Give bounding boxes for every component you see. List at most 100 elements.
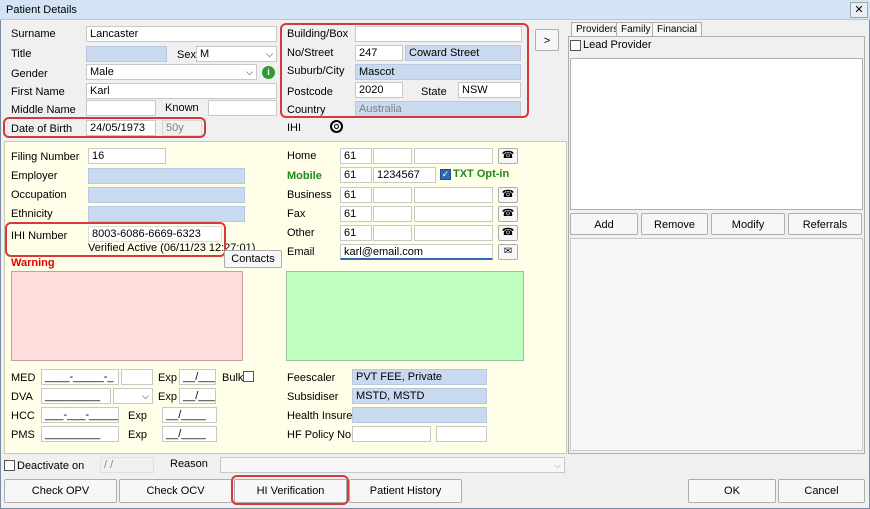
- home-area-input[interactable]: [373, 148, 412, 164]
- filing-number-input[interactable]: 16: [88, 148, 166, 164]
- known-input[interactable]: [208, 100, 277, 116]
- txt-optin-checkbox[interactable]: ✓: [440, 169, 451, 180]
- first-name-input[interactable]: Karl: [86, 83, 277, 99]
- middle-name-input[interactable]: [86, 100, 156, 116]
- exp-label: Exp: [128, 410, 147, 422]
- dva-input[interactable]: _________: [41, 388, 111, 404]
- feescaler-input[interactable]: PVT FEE, Private: [352, 369, 487, 385]
- occupation-input[interactable]: [88, 187, 245, 203]
- hcc-exp-input[interactable]: __/____: [162, 407, 217, 423]
- subsidiser-input[interactable]: MSTD, MSTD: [352, 388, 487, 404]
- fax-area-input[interactable]: [373, 206, 412, 222]
- gender-label: Gender: [11, 68, 48, 80]
- patient-history-button[interactable]: Patient History: [349, 479, 462, 503]
- check-ocv-button[interactable]: Check OCV: [119, 479, 232, 503]
- ok-button[interactable]: OK: [688, 479, 776, 503]
- deactivate-label: Deactivate on: [17, 460, 85, 472]
- notes-textarea[interactable]: [286, 271, 524, 361]
- exp-label: Exp: [158, 391, 177, 403]
- sex-select[interactable]: M ⌵: [196, 46, 277, 62]
- phone-icon[interactable]: ☎: [498, 225, 518, 241]
- dva-exp-input[interactable]: __/____: [179, 388, 216, 404]
- ihi-status-icon[interactable]: [330, 120, 343, 133]
- check-opv-button[interactable]: Check OPV: [4, 479, 117, 503]
- employer-label: Employer: [11, 170, 58, 182]
- business-code-input[interactable]: 61: [340, 187, 372, 203]
- employer-input[interactable]: [88, 168, 245, 184]
- txt-optin-label: TXT Opt-in: [453, 168, 510, 180]
- deactivate-checkbox[interactable]: [4, 460, 15, 471]
- lead-provider-checkbox[interactable]: [570, 40, 581, 51]
- hf-policy-input[interactable]: [352, 426, 431, 442]
- email-label: Email: [287, 246, 315, 258]
- window-title: Patient Details: [6, 4, 77, 16]
- other-code-input[interactable]: 61: [340, 225, 372, 241]
- gender-select[interactable]: Male ⌵: [86, 64, 257, 80]
- remove-button[interactable]: Remove: [641, 213, 708, 235]
- referrals-list[interactable]: [570, 238, 863, 451]
- health-insurer-input[interactable]: [352, 407, 487, 423]
- medicare-irn-input[interactable]: [121, 369, 153, 385]
- tab-family[interactable]: Family: [616, 22, 656, 37]
- hf-policy-extra-input[interactable]: [436, 426, 487, 442]
- title-input[interactable]: [86, 46, 167, 62]
- surname-input[interactable]: Lancaster: [86, 26, 277, 42]
- referrals-button[interactable]: Referrals: [788, 213, 862, 235]
- dob-highlight: [3, 117, 206, 138]
- add-button[interactable]: Add: [570, 213, 638, 235]
- mobile-number-input[interactable]: 1234567: [373, 167, 436, 183]
- business-number-input[interactable]: [414, 187, 493, 203]
- business-area-input[interactable]: [373, 187, 412, 203]
- info-icon[interactable]: i: [262, 66, 275, 79]
- email-input[interactable]: karl@email.com: [340, 244, 493, 260]
- providers-list[interactable]: [570, 58, 863, 210]
- first-name-label: First Name: [11, 86, 65, 98]
- fax-icon[interactable]: ☎: [498, 206, 518, 222]
- reason-select[interactable]: ⌵: [220, 457, 565, 473]
- sex-value: M: [200, 48, 210, 60]
- home-code-input[interactable]: 61: [340, 148, 372, 164]
- mobile-code-input[interactable]: 61: [340, 167, 372, 183]
- close-button[interactable]: ✕: [850, 2, 868, 18]
- more-address-button[interactable]: >: [535, 29, 559, 51]
- address-highlight: [280, 23, 529, 118]
- tab-financial[interactable]: Financial: [652, 22, 703, 37]
- gender-value: Male: [90, 66, 114, 78]
- home-number-input[interactable]: [414, 148, 493, 164]
- phone-icon[interactable]: ☎: [498, 187, 518, 203]
- cancel-button[interactable]: Cancel: [778, 479, 865, 503]
- feescaler-label: Feescaler: [287, 372, 336, 384]
- fax-code-input[interactable]: 61: [340, 206, 372, 222]
- medicare-exp-input[interactable]: __/____: [179, 369, 216, 385]
- other-label: Other: [287, 227, 315, 239]
- dva-type-select[interactable]: ⌵: [113, 388, 153, 404]
- reason-label: Reason: [170, 458, 208, 470]
- warning-textarea[interactable]: [11, 271, 243, 361]
- hcc-input[interactable]: ___-___-_____: [41, 407, 119, 423]
- ethnicity-input[interactable]: [88, 206, 245, 222]
- chevron-down-icon: ⌵: [246, 67, 253, 77]
- other-number-input[interactable]: [414, 225, 493, 241]
- email-icon[interactable]: ✉: [498, 244, 518, 260]
- medicare-input[interactable]: ____-_____-_: [41, 369, 119, 385]
- fax-number-input[interactable]: [414, 206, 493, 222]
- dva-label: DVA: [11, 391, 33, 403]
- deactivate-date-input[interactable]: / /: [100, 457, 154, 473]
- pms-exp-input[interactable]: __/____: [162, 426, 217, 442]
- middle-name-label: Middle Name: [11, 104, 76, 116]
- other-area-input[interactable]: [373, 225, 412, 241]
- pms-input[interactable]: _________: [41, 426, 119, 442]
- health-insurer-label: Health Insurer: [287, 410, 357, 422]
- modify-button[interactable]: Modify: [711, 213, 785, 235]
- ethnicity-label: Ethnicity: [11, 208, 53, 220]
- contacts-button[interactable]: Contacts: [224, 250, 282, 268]
- filing-number-label: Filing Number: [11, 151, 80, 163]
- surname-label: Surname: [11, 28, 56, 40]
- window-titlebar: Patient Details ✕: [0, 0, 870, 20]
- title-label: Title: [11, 48, 32, 60]
- occupation-label: Occupation: [11, 189, 67, 201]
- phone-icon[interactable]: ☎: [498, 148, 518, 164]
- hi-verification-highlight: [231, 475, 349, 505]
- bulk-checkbox[interactable]: [243, 371, 254, 382]
- chevron-down-icon: ⌵: [554, 460, 561, 470]
